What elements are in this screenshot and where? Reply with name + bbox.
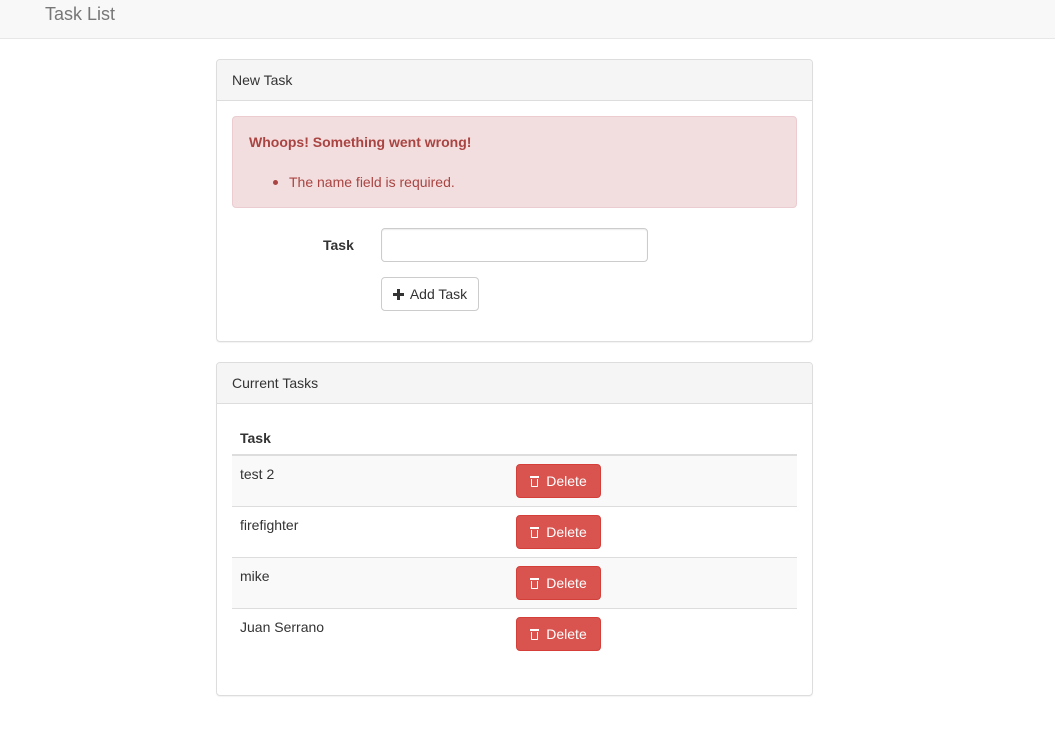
tasks-table: Task test 2 Delete firefighter Delete mi… [232, 419, 797, 660]
task-name-input[interactable] [381, 228, 648, 262]
table-row: mike Delete [232, 558, 797, 609]
delete-label: Delete [546, 575, 587, 591]
error-item: The name field is required. [249, 174, 455, 190]
navbar-brand[interactable]: Task List [45, 3, 115, 25]
delete-label: Delete [546, 524, 587, 540]
table-row: Juan Serrano Delete [232, 609, 797, 660]
new-task-panel-heading: New Task [217, 60, 812, 101]
delete-task-button[interactable]: Delete [516, 515, 601, 549]
delete-task-button[interactable]: Delete [516, 566, 601, 600]
table-row: firefighter Delete [232, 507, 797, 558]
task-name: mike [240, 568, 270, 584]
task-name: Juan Serrano [240, 619, 325, 635]
task-name: test 2 [240, 466, 275, 482]
trash-icon [530, 577, 540, 589]
plus-icon [392, 288, 404, 300]
error-alert: Whoops! Something went wrong! The name f… [232, 116, 797, 208]
navbar: Task List [0, 0, 1055, 39]
current-tasks-panel-heading: Current Tasks [217, 363, 812, 404]
task-name: firefighter [240, 517, 299, 533]
delete-task-button[interactable]: Delete [516, 617, 601, 651]
delete-task-button[interactable]: Delete [516, 464, 601, 498]
error-alert-title: Whoops! Something went wrong! [249, 134, 472, 150]
error-list: The name field is required. [249, 174, 455, 190]
delete-label: Delete [546, 626, 587, 642]
table-row: test 2 Delete [232, 456, 797, 507]
add-task-label: Add Task [409, 286, 468, 302]
task-label: Task [323, 237, 354, 253]
delete-label: Delete [546, 473, 587, 489]
trash-icon [530, 526, 540, 538]
trash-icon [530, 628, 540, 640]
table-header: Task [232, 419, 797, 456]
add-task-button[interactable]: Add Task [381, 277, 479, 311]
trash-icon [530, 475, 540, 487]
current-tasks-panel: Current Tasks Task test 2 Delete firefig… [216, 362, 813, 696]
new-task-panel: New Task Whoops! Something went wrong! T… [216, 59, 813, 342]
column-header-task: Task [240, 430, 271, 446]
